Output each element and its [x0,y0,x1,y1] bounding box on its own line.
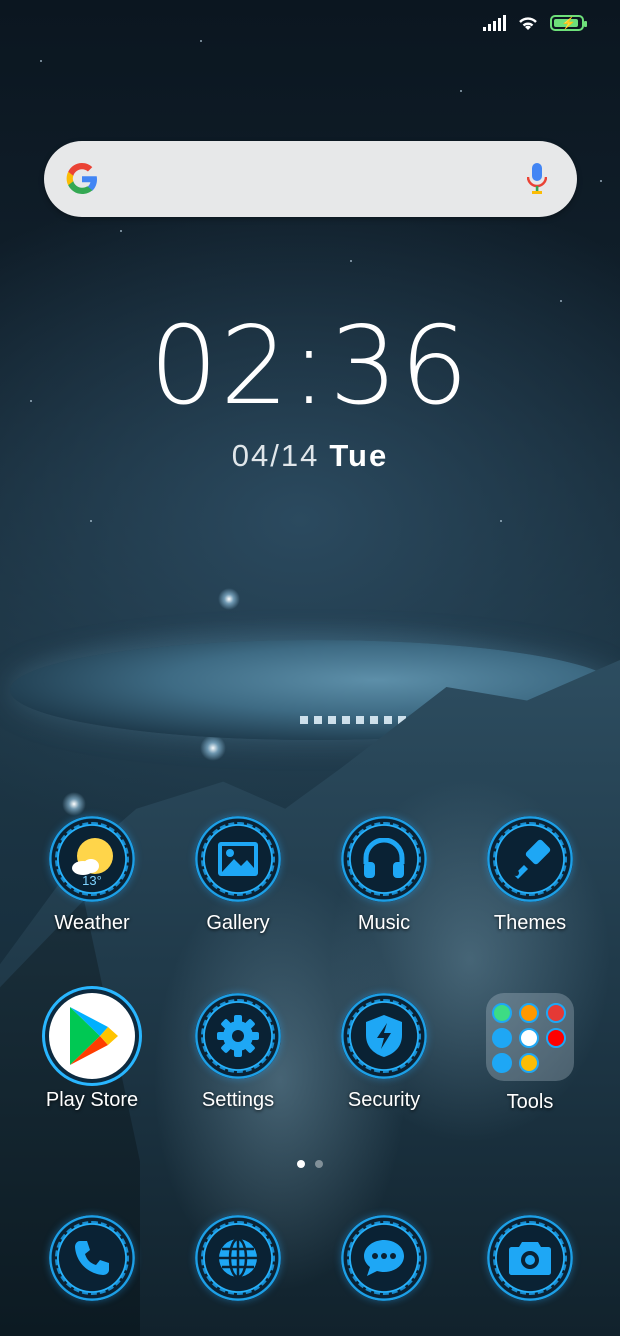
app-label: Tools [506,1091,554,1113]
page-dot-1[interactable] [297,1160,305,1168]
dock-camera[interactable] [470,1215,590,1301]
phone-icon [49,1215,135,1301]
signal-icon [483,15,506,31]
dock-phone[interactable] [32,1215,152,1301]
camera-icon [487,1215,573,1301]
dock-messages[interactable] [324,1215,444,1301]
app-security[interactable]: Security [324,993,444,1112]
google-search-bar[interactable] [44,141,577,217]
weather-temp: 13° [82,873,102,888]
gallery-icon [195,816,281,902]
gear-icon [195,993,281,1079]
app-gallery[interactable]: Gallery [178,816,298,935]
app-settings[interactable]: Settings [178,993,298,1112]
folder-icon [486,993,574,1081]
play-store-icon [49,993,135,1079]
weather-icon: 13° [49,816,135,902]
headphones-icon [341,816,427,902]
google-logo [66,163,97,194]
app-label: Music [357,912,411,934]
shield-icon [341,993,427,1079]
page-indicator[interactable] [0,1160,620,1168]
app-label: Security [347,1089,421,1111]
dock-browser[interactable] [178,1215,298,1301]
battery-charging-icon: ⚡ [550,15,587,31]
browser-icon [195,1215,281,1301]
messages-icon [341,1215,427,1301]
app-tools-folder[interactable]: Tools [470,993,590,1114]
date-label: 04/14 [231,438,320,473]
clock-date[interactable]: 04/14 Tue [0,438,620,474]
app-label: Weather [54,912,130,934]
mic-icon[interactable] [527,161,547,197]
day-label: Tue [329,438,389,473]
app-play-store[interactable]: Play Store [32,993,152,1112]
clock-time[interactable]: 02:36 [0,312,620,422]
app-label: Themes [493,912,567,934]
app-label: Gallery [206,912,270,934]
app-themes[interactable]: Themes [470,816,590,935]
status-bar: ⚡ [483,14,587,32]
brush-icon [487,816,573,902]
wifi-icon [519,17,537,30]
app-label: Settings [201,1089,275,1111]
app-label: Play Store [45,1089,139,1111]
page-dot-2[interactable] [315,1160,323,1168]
app-music[interactable]: Music [324,816,444,935]
app-weather[interactable]: 13° Weather [32,816,152,935]
